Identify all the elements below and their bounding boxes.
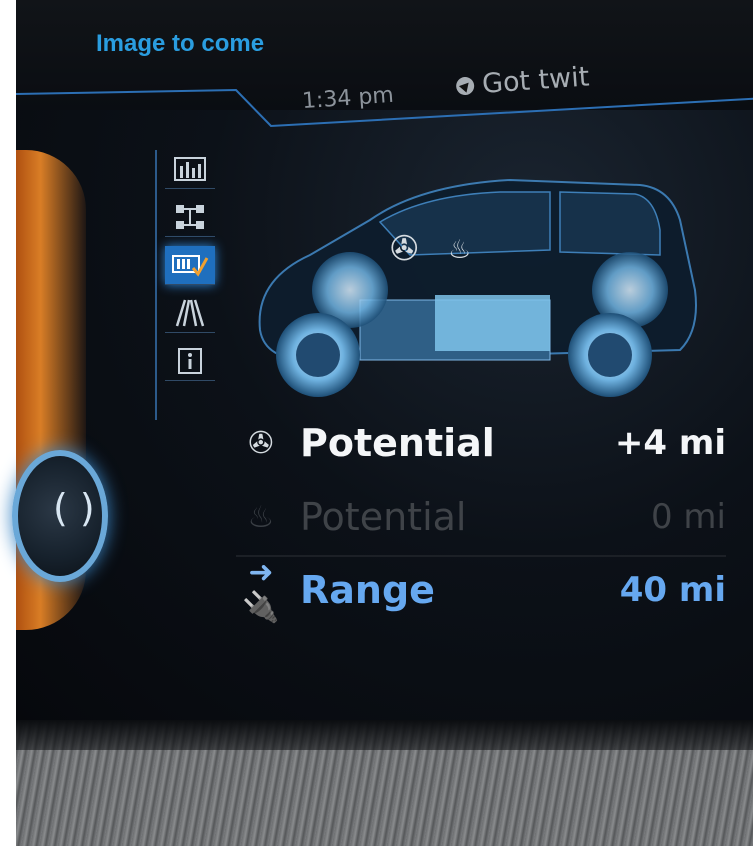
chart-icon <box>174 157 206 181</box>
battery-check-icon <box>172 255 209 277</box>
fan-icon: ✇ <box>248 425 274 461</box>
road-icon <box>175 299 205 327</box>
svg-text:✇: ✇ <box>390 229 419 269</box>
stat-value: 40 mi <box>619 570 726 610</box>
stat-row-seat-heat: ♨ Potential 0 mi <box>236 487 726 547</box>
knob-bracket-icon: ( ) <box>53 486 95 530</box>
svg-text:♨: ♨ <box>448 235 471 265</box>
stat-value: 0 mi <box>650 497 726 537</box>
stat-row-range: ➜🔌 Range 40 mi <box>236 555 726 625</box>
page-title: Image to come <box>96 30 265 57</box>
side-menu <box>155 150 227 420</box>
menu-item-road[interactable] <box>165 294 215 333</box>
media-now-playing: Got twit <box>455 61 590 101</box>
info-icon <box>178 348 202 374</box>
status-bar: Image to come 1:34 pm Got twit <box>16 0 753 140</box>
stat-value: +4 mi <box>614 423 726 463</box>
stat-label: Potential <box>300 421 495 465</box>
menu-item-info[interactable] <box>165 342 215 381</box>
clock-time: 1:34 pm <box>301 82 395 115</box>
drivetrain-icon <box>176 205 204 229</box>
controller-knob[interactable]: ( ) <box>12 450 108 582</box>
stat-row-fan: ✇ Potential +4 mi <box>236 413 726 473</box>
vehicle-illustration: ✇ ♨ <box>258 178 697 397</box>
row-divider <box>236 555 726 557</box>
menu-item-battery[interactable] <box>165 246 215 285</box>
plug-icon: ➜🔌 <box>242 555 280 625</box>
menu-item-chart[interactable] <box>165 150 215 189</box>
media-title: Got twit <box>481 61 591 100</box>
photo-frame: Image to come 1:34 pm Got twit ( ) ✇ ♨ ✇… <box>0 0 753 846</box>
play-icon <box>455 75 475 96</box>
stat-label: Potential <box>300 495 467 539</box>
stat-label: Range <box>300 568 435 612</box>
seat-heat-icon: ♨ <box>247 499 275 535</box>
dashboard-trim <box>16 720 753 846</box>
menu-item-drivetrain[interactable] <box>165 198 215 237</box>
